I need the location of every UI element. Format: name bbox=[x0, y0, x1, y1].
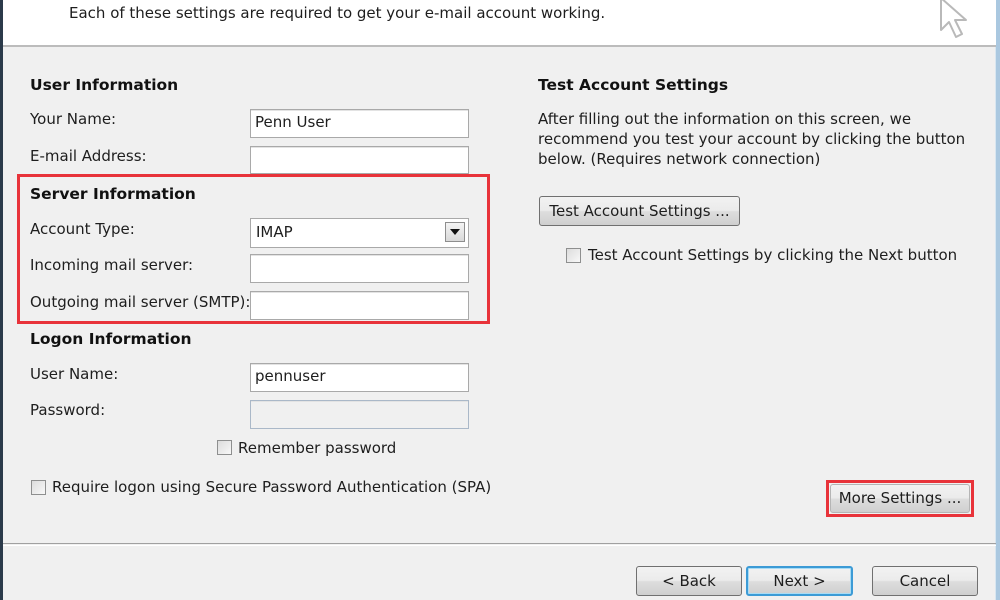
wizard-header: Each of these settings are required to g… bbox=[3, 0, 996, 47]
cancel-button[interactable]: Cancel bbox=[872, 566, 978, 596]
description-line-3: below. (Requires network connection) bbox=[538, 150, 821, 168]
password-label: Password: bbox=[30, 401, 106, 419]
test-account-settings-heading: Test Account Settings bbox=[538, 76, 729, 94]
user-name-label: User Name: bbox=[30, 365, 119, 383]
remember-password-label[interactable]: Remember password bbox=[238, 439, 396, 457]
outgoing-mail-server-input[interactable] bbox=[250, 291, 469, 320]
back-button[interactable]: < Back bbox=[636, 566, 742, 596]
account-type-label: Account Type: bbox=[30, 220, 135, 238]
chevron-down-icon bbox=[450, 229, 460, 235]
test-settings-description: After filling out the information on thi… bbox=[538, 109, 965, 169]
user-information-heading: User Information bbox=[30, 76, 179, 94]
your-name-label: Your Name: bbox=[30, 110, 117, 128]
mouse-cursor-icon bbox=[940, 0, 967, 38]
incoming-mail-server-label: Incoming mail server: bbox=[30, 256, 194, 274]
dropdown-button[interactable] bbox=[445, 222, 465, 242]
outgoing-mail-server-label: Outgoing mail server (SMTP): bbox=[30, 293, 251, 311]
next-button[interactable]: Next > bbox=[746, 566, 853, 596]
description-line-1: After filling out the information on thi… bbox=[538, 110, 912, 128]
more-settings-button[interactable]: More Settings ... bbox=[830, 484, 970, 513]
user-name-input[interactable]: pennuser bbox=[250, 363, 469, 392]
email-address-input[interactable] bbox=[250, 146, 469, 174]
test-on-next-label[interactable]: Test Account Settings by clicking the Ne… bbox=[588, 246, 957, 264]
description-line-2: recommend you test your account by click… bbox=[538, 130, 966, 148]
spa-checkbox[interactable] bbox=[31, 480, 46, 495]
test-on-next-checkbox[interactable] bbox=[566, 248, 581, 263]
password-input[interactable] bbox=[250, 400, 469, 429]
account-type-select[interactable]: IMAP bbox=[250, 218, 469, 248]
account-type-value: IMAP bbox=[256, 223, 293, 241]
logon-information-heading: Logon Information bbox=[30, 330, 192, 348]
spa-label[interactable]: Require logon using Secure Password Auth… bbox=[52, 478, 491, 496]
footer-divider bbox=[3, 543, 996, 544]
window-frame-left bbox=[0, 0, 3, 600]
remember-password-checkbox[interactable] bbox=[217, 440, 232, 455]
incoming-mail-server-input[interactable] bbox=[250, 254, 469, 283]
your-name-input[interactable]: Penn User bbox=[250, 109, 469, 138]
footer-divider-highlight bbox=[3, 545, 996, 546]
header-instruction: Each of these settings are required to g… bbox=[69, 4, 606, 22]
server-information-heading: Server Information bbox=[30, 185, 196, 203]
email-address-label: E-mail Address: bbox=[30, 147, 147, 165]
test-account-settings-button[interactable]: Test Account Settings ... bbox=[539, 196, 740, 226]
window-frame-right bbox=[995, 0, 1000, 600]
